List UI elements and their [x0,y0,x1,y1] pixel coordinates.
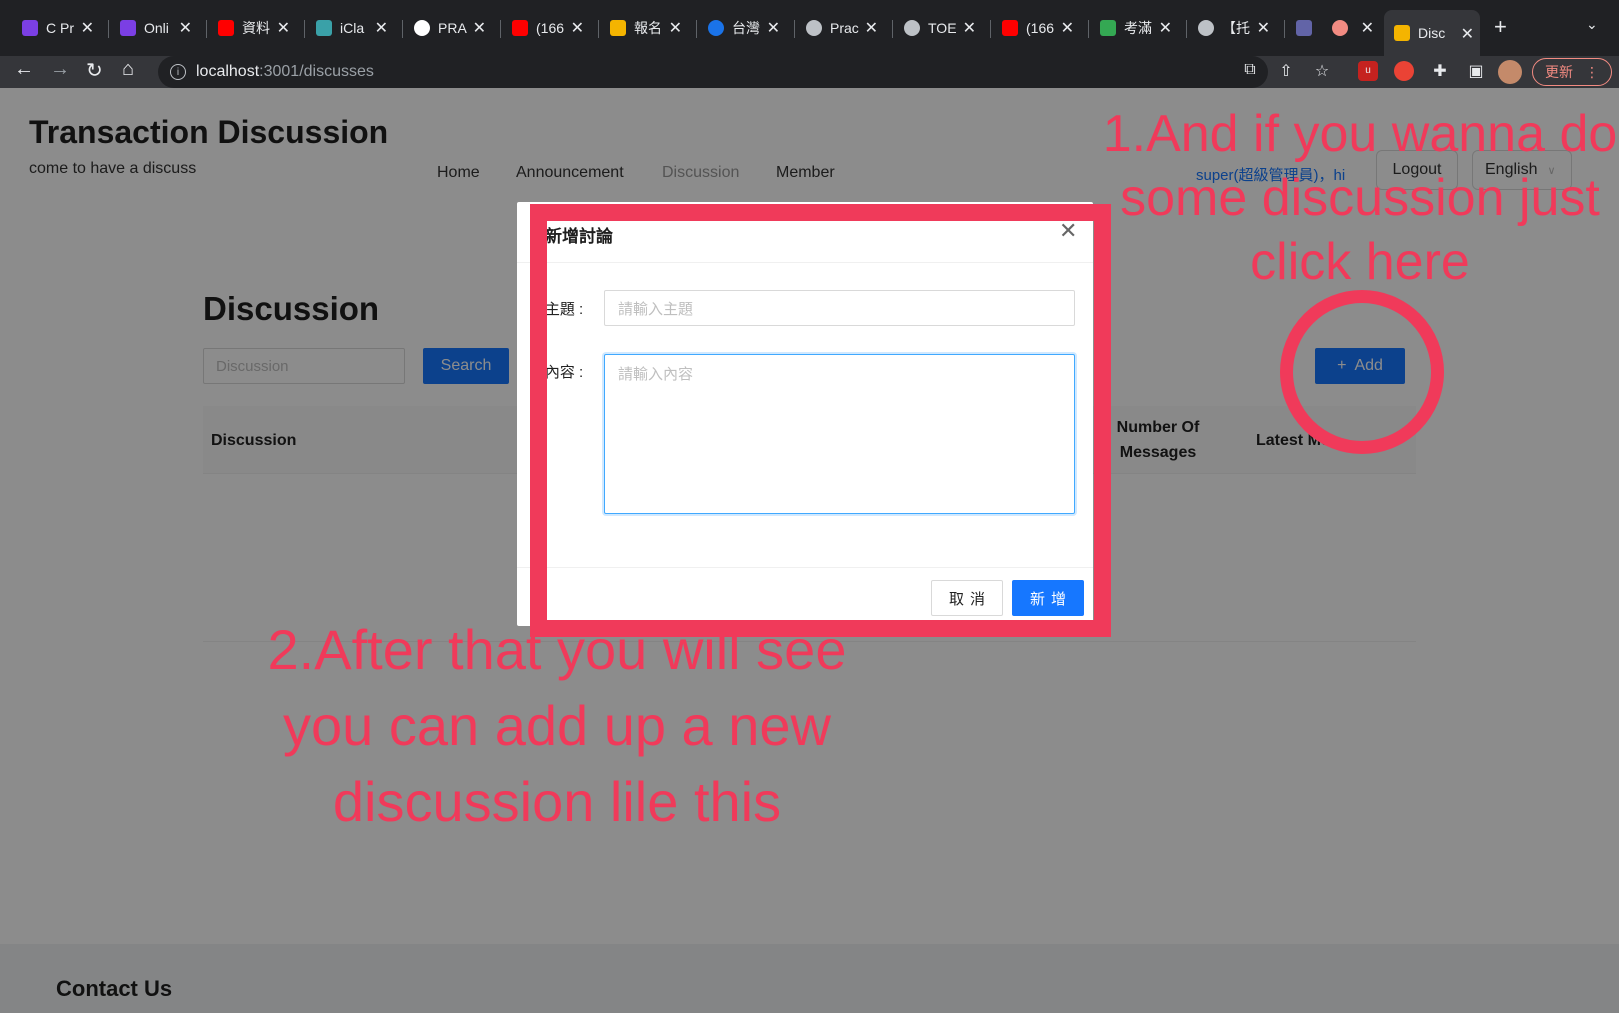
address-bar[interactable]: i localhost:3001/discusses [158,56,1268,88]
browser-tab[interactable]: ✕ [1332,12,1380,44]
close-tab-icon[interactable]: ✕ [179,18,192,38]
reload-icon[interactable]: ↻ [86,58,103,83]
browser-tab[interactable]: Prac ✕ [806,12,884,44]
browser-tab[interactable]: 資料 ✕ [218,12,296,44]
close-tab-icon[interactable]: ✕ [375,18,388,38]
close-tab-icon[interactable]: ✕ [81,18,94,38]
extension-red-icon[interactable] [1394,61,1414,81]
annotation-note-2: 2.After that you will see you can add up… [267,618,847,833]
annotation-highlight-circle [1280,290,1444,454]
close-tab-icon[interactable]: ✕ [473,18,486,38]
bookmark-star-icon[interactable]: ☆ [1312,61,1332,81]
browser-tab[interactable]: Onli ✕ [120,12,198,44]
browser-toolbar: ← → ↻ ⌂ i localhost:3001/discusses ⧉ ⇧ ☆… [0,56,1619,88]
browser-tab[interactable]: 【托 ✕ [1198,12,1276,44]
close-tab-icon[interactable]: ✕ [669,18,682,38]
close-tab-icon[interactable]: ✕ [963,18,976,38]
close-tab-icon[interactable]: ✕ [571,18,584,38]
more-menu-icon[interactable]: ⋮ [1585,64,1599,81]
photo-icon [610,20,626,36]
tab-search-icon[interactable]: ⌄ [1586,16,1598,33]
browser-tab[interactable]: 考滿 ✕ [1100,12,1178,44]
new-tab-icon[interactable]: + [1494,14,1507,40]
browser-tab[interactable]: 報名 ✕ [610,12,688,44]
annotation-highlight-box [530,204,1111,637]
close-tab-icon[interactable]: ✕ [277,18,290,38]
annotation-note-1: 1.And if you wanna do some discussion ju… [1102,105,1618,291]
browser-tab[interactable]: (166 ✕ [512,12,590,44]
close-tab-icon[interactable]: ✕ [1257,18,1270,38]
home-icon[interactable]: ⌂ [122,58,134,81]
browser-tab-bar: C Pr ✕ Onli ✕ 資料 ✕ iCla ✕ PRA ✕ (166 ✕ 報名 ✕ 台灣 ✕… [0,0,1619,56]
close-tab-icon[interactable]: ✕ [1159,18,1172,38]
leaf-icon [1100,20,1116,36]
globe-icon [1198,20,1214,36]
browser-tab[interactable]: 台灣 ✕ [708,12,786,44]
back-icon[interactable]: ← [14,58,34,81]
update-button[interactable]: 更新 ⋮ [1532,58,1612,86]
browser-tab[interactable]: iCla ✕ [316,12,394,44]
site-info-icon[interactable]: i [170,64,186,80]
taiwan-icon [708,20,724,36]
ets-icon [806,20,822,36]
prepare-icon [22,20,38,36]
browser-tab[interactable] [1296,12,1336,44]
close-tab-icon[interactable]: ✕ [865,18,878,38]
browser-tab[interactable]: C Pr ✕ [22,12,100,44]
github-icon [414,20,430,36]
close-tab-icon[interactable]: ✕ [1061,18,1074,38]
iclass-icon [316,20,332,36]
youtube-icon [218,20,234,36]
browser-tab[interactable]: (166 ✕ [1002,12,1080,44]
close-tab-icon[interactable]: ✕ [767,18,780,38]
profile-avatar[interactable] [1498,60,1522,84]
share-icon[interactable]: ⇧ [1276,61,1296,81]
prepare-icon [120,20,136,36]
youtube-icon [512,20,528,36]
forward-icon[interactable]: → [50,58,70,81]
side-panel-icon[interactable]: ▣ [1466,61,1486,81]
youtube-icon [1002,20,1018,36]
translate-icon[interactable]: ⧉ [1240,61,1260,81]
browser-tab[interactable]: PRA ✕ [414,12,492,44]
close-tab-icon[interactable]: ✕ [1361,18,1374,38]
fun-icon [1394,25,1410,41]
teams-icon [1296,20,1312,36]
record-icon [1332,20,1348,36]
globe-icon [904,20,920,36]
browser-tab-active[interactable]: Disc ✕ [1384,10,1480,56]
browser-tab[interactable]: TOE ✕ [904,12,982,44]
close-tab-icon[interactable]: ✕ [1461,24,1474,44]
extensions-puzzle-icon[interactable]: ✚ [1430,61,1450,81]
ublock-icon[interactable]: u [1358,61,1378,81]
